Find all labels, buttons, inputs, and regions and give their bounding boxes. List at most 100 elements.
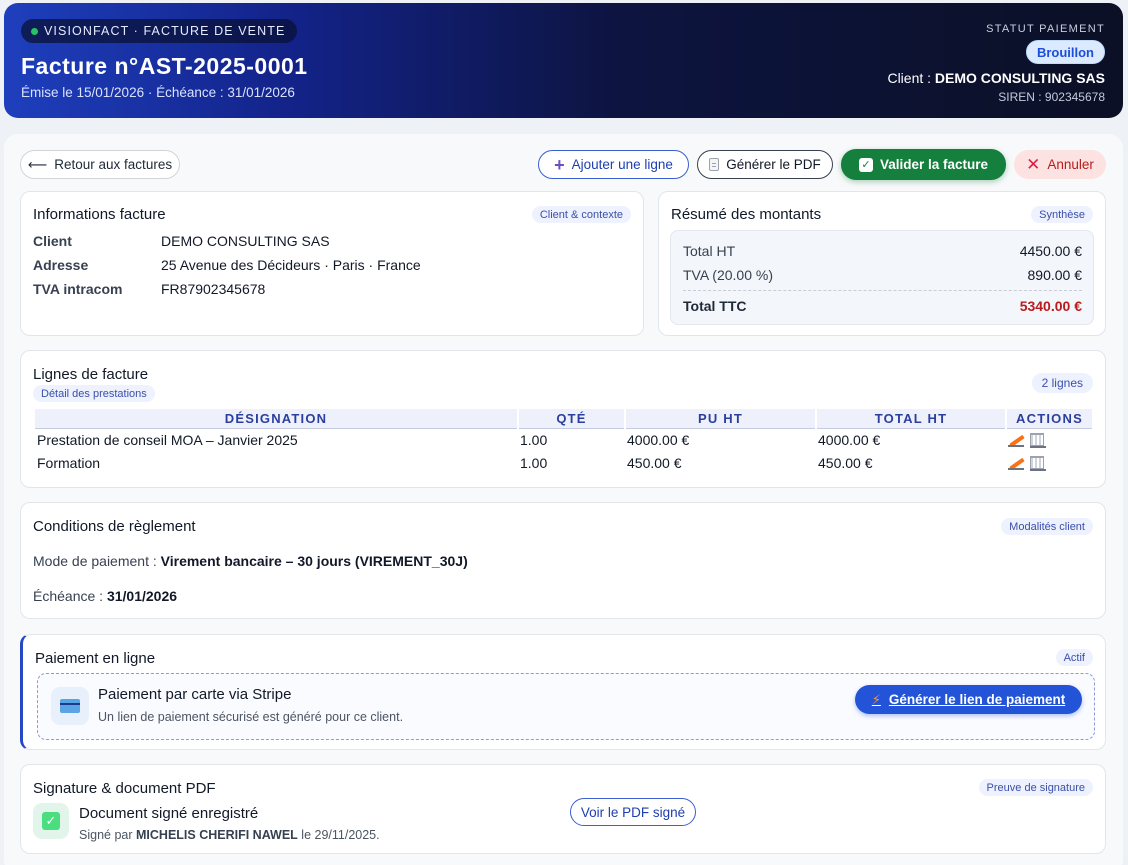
summary-title: Résumé des montants [671, 206, 822, 223]
lines-table: DÉSIGNATION QTÉ PU HT TOTAL HT ACTIONS P… [35, 409, 1092, 474]
generate-pdf-button[interactable]: Générer le PDF [697, 150, 833, 179]
invoice-header: VISIONFACT · FACTURE DE VENTE Facture n°… [4, 3, 1123, 118]
plus-icon: + [554, 154, 565, 175]
signed-by-line: Signé par MICHELIS CHERIFI NAWEL le 29/1… [79, 828, 380, 842]
summary-card: Résumé des montants Synthèse Total HT 44… [658, 191, 1106, 336]
generate-payment-link-button[interactable]: ⚡ Générer le lien de paiement [855, 685, 1082, 714]
signer-name: MICHELIS CHERIFI NAWEL [136, 828, 298, 842]
status-label: STATUT PAIEMENT [986, 23, 1105, 35]
invoice-dates: Émise le 15/01/2026 · Échéance : 31/01/2… [21, 85, 295, 100]
tva-value: 890.00 € [1027, 267, 1083, 283]
trash-icon[interactable] [1030, 456, 1046, 471]
lightning-icon: ⚡ [871, 691, 881, 707]
table-header-row: DÉSIGNATION QTÉ PU HT TOTAL HT ACTIONS [35, 409, 1092, 429]
col-qty: QTÉ [518, 409, 626, 429]
invoice-title: Facture n°AST-2025-0001 [21, 53, 308, 79]
table-row: Prestation de conseil MOA – Janvier 2025… [35, 428, 1092, 451]
lines-card: Lignes de facture Détail des prestations… [20, 350, 1106, 488]
cell-designation: Prestation de conseil MOA – Janvier 2025 [37, 431, 298, 448]
back-button[interactable]: ⟵ Retour aux factures [20, 150, 180, 179]
total-ht-row: Total HT 4450.00 € [683, 243, 1082, 259]
signed-by-label: Signé par [79, 828, 133, 842]
total-ht-value: 4450.00 € [1019, 243, 1082, 259]
status-dot-icon [31, 27, 38, 35]
online-payment-tag: Actif [1055, 649, 1093, 666]
info-row-address: Adresse 25 Avenue des Décideurs · Paris ·… [33, 257, 421, 273]
edit-icon[interactable] [1008, 434, 1024, 447]
info-row-client: Client DEMO CONSULTING SAS [33, 233, 330, 249]
tva-row: TVA (20.00 %) 890.00 € [683, 267, 1082, 283]
close-icon: ✕ [1026, 154, 1041, 174]
signed-doc-title: Document signé enregistré [79, 805, 259, 822]
info-card: Informations facture Client & contexte C… [20, 191, 644, 336]
conditions-title: Conditions de règlement [33, 518, 196, 535]
credit-card-icon [51, 687, 89, 725]
signature-title: Signature & document PDF [33, 780, 216, 797]
client-line: Client : DEMO CONSULTING SAS [887, 70, 1105, 86]
table-row: Formation 1.00 450.00 € 450.00 € [35, 451, 1092, 474]
checkbox-icon: ✓ [858, 157, 873, 172]
conditions-card: Conditions de règlement Modalités client… [20, 502, 1106, 619]
cell-qty: 1.00 [520, 431, 548, 448]
edit-icon[interactable] [1008, 457, 1024, 470]
ttc-row: Total TTC 5340.00 € [683, 298, 1082, 314]
info-tag: Client & contexte [531, 206, 631, 223]
due-date-label: Échéance : [33, 588, 104, 604]
stripe-box: Paiement par carte via Stripe Un lien de… [37, 673, 1095, 740]
totals-box: Total HT 4450.00 € TVA (20.00 %) 890.00 … [670, 230, 1094, 325]
generate-pdf-label: Générer le PDF [726, 157, 821, 172]
col-actions: ACTIONS [1006, 409, 1092, 429]
conditions-tag: Modalités client [1001, 518, 1093, 535]
signature-tag: Preuve de signature [978, 779, 1093, 796]
info-value: DEMO CONSULTING SAS [161, 233, 330, 249]
main-panel: ⟵ Retour aux factures + Ajouter une lign… [4, 134, 1123, 865]
summary-tag: Synthèse [1031, 206, 1093, 223]
cell-pu: 4000.00 € [627, 431, 690, 448]
payment-mode-label: Mode de paiement : [33, 553, 157, 569]
view-signed-pdf-button[interactable]: Voir le PDF signé [570, 798, 696, 826]
client-prefix: Client : [887, 70, 932, 86]
cancel-button[interactable]: ✕ Annuler [1014, 150, 1106, 179]
info-title: Informations facture [33, 206, 166, 223]
cell-total: 4000.00 € [818, 431, 881, 448]
cell-total: 450.00 € [818, 454, 873, 471]
payment-mode-line: Mode de paiement : Virement bancaire – 3… [33, 553, 468, 569]
cell-actions [1006, 451, 1092, 474]
cell-pu: 450.00 € [627, 454, 682, 471]
generate-payment-link-label: Générer le lien de paiement [888, 692, 1066, 707]
info-value: 25 Avenue des Décideurs · Paris · France [161, 257, 421, 273]
online-payment-title: Paiement en ligne [35, 650, 156, 667]
trash-icon[interactable] [1030, 433, 1046, 449]
col-pu: PU HT [625, 409, 817, 429]
col-designation: DÉSIGNATION [35, 409, 519, 429]
lines-count-badge: 2 lignes [1031, 373, 1093, 393]
tva-label: TVA (20.00 %) [683, 267, 774, 283]
info-label: Client [33, 233, 72, 249]
cell-qty: 1.00 [520, 454, 548, 471]
payment-mode-value: Virement bancaire – 30 jours (VIREMENT_3… [160, 553, 468, 569]
due-date-value: 31/01/2026 [106, 588, 178, 604]
ttc-label: Total TTC [683, 298, 747, 314]
stripe-title: Paiement par carte via Stripe [98, 686, 292, 703]
info-row-vat: TVA intracom FR87902345678 [33, 281, 265, 297]
status-badge: Brouillon [1025, 40, 1105, 64]
siren: SIREN : 902345678 [998, 90, 1105, 104]
signed-check-icon: ✓ [33, 803, 69, 839]
total-ht-label: Total HT [683, 243, 736, 259]
client-name: DEMO CONSULTING SAS [934, 70, 1105, 86]
lines-subtitle: Détail des prestations [33, 385, 155, 402]
validate-button[interactable]: ✓ Valider la facture [841, 149, 1006, 180]
col-total: TOTAL HT [816, 409, 1007, 429]
info-value: FR87902345678 [161, 281, 266, 297]
ttc-value: 5340.00 € [1019, 298, 1082, 314]
due-date-line: Échéance : 31/01/2026 [33, 588, 177, 604]
stripe-subtitle: Un lien de paiement sécurisé est généré … [98, 710, 404, 724]
cancel-label: Annuler [1047, 157, 1094, 172]
add-line-button[interactable]: + Ajouter une ligne [538, 150, 689, 179]
info-label: TVA intracom [33, 281, 123, 297]
brand-pill: VISIONFACT · FACTURE DE VENTE [21, 19, 298, 43]
lines-title: Lignes de facture [33, 366, 149, 383]
online-payment-card: Paiement en ligne Actif Paiement par car… [20, 634, 1106, 750]
cell-designation: Formation [37, 454, 101, 471]
cell-actions [1006, 428, 1092, 451]
